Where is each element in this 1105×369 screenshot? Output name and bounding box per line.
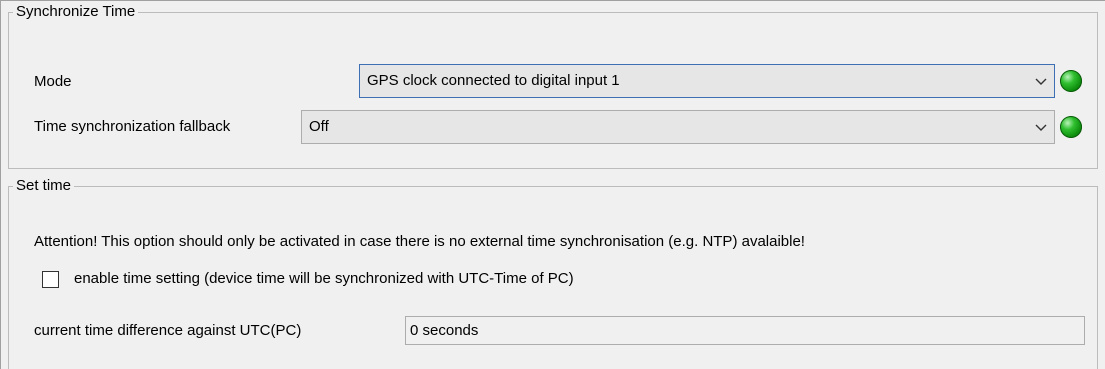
time-difference-label: current time difference against UTC(PC) (34, 322, 302, 339)
mode-status-led-icon (1060, 70, 1082, 92)
mode-dropdown[interactable]: GPS clock connected to digital input 1 (359, 64, 1055, 98)
fallback-selected-value: Off (309, 118, 329, 135)
fallback-dropdown[interactable]: Off (301, 110, 1055, 144)
fallback-status-led-icon (1060, 116, 1082, 138)
set-time-legend: Set time (13, 176, 75, 196)
chevron-down-icon (1035, 78, 1047, 85)
mode-selected-value: GPS clock connected to digital input 1 (367, 72, 620, 89)
chevron-down-icon (1035, 124, 1047, 131)
enable-time-setting-label[interactable]: enable time setting (device time will be… (74, 269, 574, 289)
enable-time-setting-checkbox[interactable] (42, 271, 59, 288)
attention-text: Attention! This option should only be ac… (34, 233, 805, 250)
time-difference-field: 0 seconds (405, 316, 1085, 345)
fallback-label: Time synchronization fallback (34, 118, 231, 135)
time-difference-value: 0 seconds (410, 322, 479, 339)
synchronize-time-legend: Synchronize Time (13, 2, 139, 22)
mode-label: Mode (34, 73, 72, 90)
